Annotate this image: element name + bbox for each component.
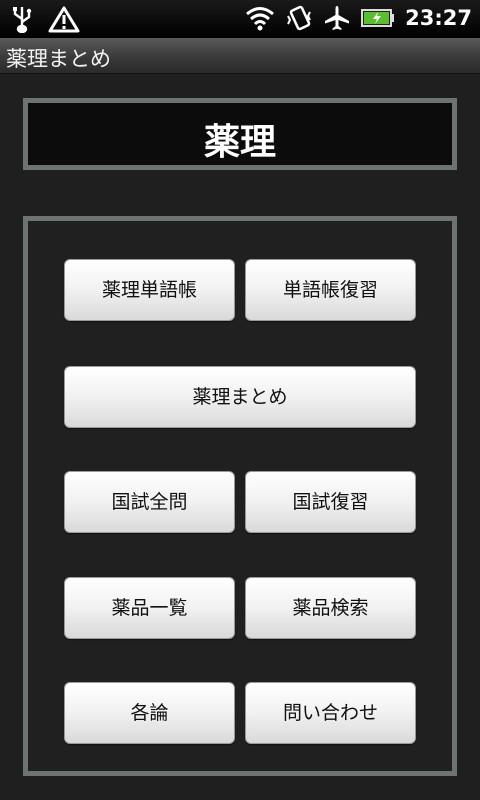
- vocab-button[interactable]: 薬理単語帳: [64, 259, 235, 321]
- status-bar: 23:27: [0, 0, 480, 38]
- contact-button[interactable]: 問い合わせ: [245, 682, 416, 744]
- status-clock: 23:27: [405, 6, 472, 30]
- airplane-mode-icon: [323, 4, 351, 32]
- header-box: 薬理: [23, 98, 457, 170]
- wifi-icon: [245, 5, 275, 31]
- exam-review-button[interactable]: 国試復習: [245, 471, 416, 533]
- warning-icon: [48, 5, 80, 33]
- drug-search-button[interactable]: 薬品検索: [245, 577, 416, 639]
- summary-button[interactable]: 薬理まとめ: [64, 366, 416, 428]
- vocab-review-button[interactable]: 単語帳復習: [245, 259, 416, 321]
- vibrate-icon: [285, 4, 313, 32]
- exam-all-button[interactable]: 国試全問: [64, 471, 235, 533]
- battery-charging-icon: [361, 8, 395, 28]
- each-topic-button[interactable]: 各論: [64, 682, 235, 744]
- usb-icon: [10, 5, 34, 33]
- app-title: 薬理まとめ: [6, 47, 111, 71]
- app-title-bar: 薬理まとめ: [0, 38, 480, 74]
- page-title: 薬理: [203, 122, 276, 163]
- drug-list-button[interactable]: 薬品一覧: [64, 577, 235, 639]
